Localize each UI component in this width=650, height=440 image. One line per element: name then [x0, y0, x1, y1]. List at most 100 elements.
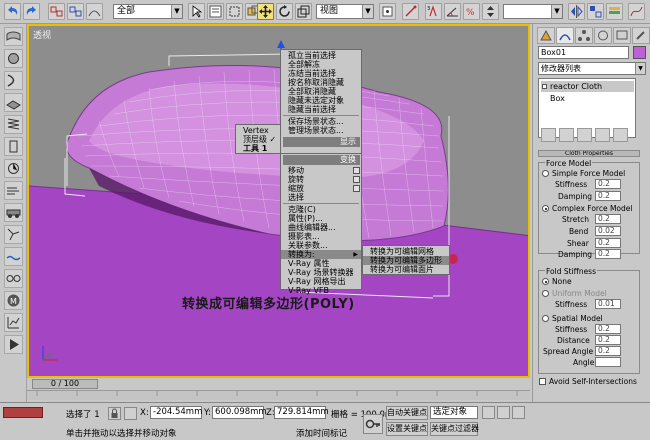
quad-item-wire-params[interactable]: 关联参数...	[281, 241, 361, 250]
set-key-button[interactable]: 设置关键点	[386, 422, 428, 436]
move-icon[interactable]	[257, 3, 274, 20]
angle-spinner[interactable]	[595, 357, 621, 367]
quad-item-vray-properties[interactable]: V-Ray 属性	[281, 259, 361, 268]
snap-toggle-icon[interactable]: 3	[425, 3, 442, 20]
stack-item-reactor-cloth[interactable]: reactor Cloth	[541, 81, 634, 92]
fold-none-radio[interactable]	[542, 278, 549, 285]
select-by-name-icon[interactable]	[207, 3, 224, 20]
quad-item-vertex[interactable]: Vertex	[236, 126, 280, 135]
lock-selection-icon[interactable]	[108, 407, 121, 420]
rotate-settings-icon[interactable]	[353, 176, 360, 183]
time-slider-thumb[interactable]: 0 / 100	[32, 379, 98, 389]
select-manipulate-icon[interactable]	[402, 3, 419, 20]
spatial-model-radio[interactable]	[542, 315, 549, 322]
quad-item-unhide-by-name[interactable]: 按名称取消隐藏	[281, 78, 361, 87]
named-selection-dropdown[interactable]: ▼	[503, 4, 563, 19]
auto-key-button[interactable]: 自动关键点	[386, 406, 428, 420]
reactor-softbody-icon[interactable]	[4, 49, 23, 68]
play-icon[interactable]	[512, 406, 525, 419]
link-icon[interactable]	[48, 3, 65, 20]
angle-snap-icon[interactable]	[444, 3, 461, 20]
spread-angle-spinner[interactable]: 0.2	[595, 346, 621, 356]
reactor-fracture-icon[interactable]	[4, 225, 23, 244]
reactor-rope-icon[interactable]	[4, 71, 23, 90]
quad-item-top-level[interactable]: 顶层级 ✓	[236, 135, 280, 144]
select-object-icon[interactable]	[188, 3, 205, 20]
scale-settings-icon[interactable]	[353, 185, 360, 192]
selection-filter-dropdown[interactable]: 全部 ▼	[113, 4, 183, 19]
distance-spinner[interactable]: 0.2	[595, 335, 621, 345]
modify-tab-icon[interactable]	[556, 27, 574, 44]
unlink-icon[interactable]	[67, 3, 84, 20]
rect-select-icon[interactable]	[226, 3, 243, 20]
prev-frame-icon[interactable]	[497, 406, 510, 419]
reactor-cloth-icon[interactable]	[4, 27, 23, 46]
maxscript-listener-icon[interactable]	[3, 407, 43, 418]
reactor-plane-icon[interactable]	[4, 93, 23, 112]
stack-item-box[interactable]: Box	[541, 93, 634, 104]
convert-to-editable-mesh[interactable]: 转换为可编辑网格	[363, 247, 449, 256]
quad-item-unfreeze-all[interactable]: 全部解冻	[281, 60, 361, 69]
quad-item-vray-scene-converter[interactable]: V-Ray 场景转换器	[281, 268, 361, 277]
stiffness-spinner[interactable]: 0.2	[595, 179, 621, 189]
damping-spinner[interactable]: 0.2	[595, 191, 621, 201]
move-settings-icon[interactable]	[353, 167, 360, 174]
reference-coord-dropdown[interactable]: 视图 ▼	[316, 4, 374, 19]
quad-item-dope-sheet[interactable]: 摄影表...	[281, 232, 361, 241]
quad-item-rotate[interactable]: 旋转	[281, 175, 361, 184]
reactor-analyze-icon[interactable]	[4, 313, 23, 332]
key-icon[interactable]	[363, 414, 383, 434]
track-bar[interactable]	[27, 390, 530, 400]
show-end-result-icon[interactable]	[559, 128, 574, 142]
object-color-swatch[interactable]	[633, 46, 646, 59]
motion-tab-icon[interactable]	[594, 27, 612, 44]
quad-item-convert-to[interactable]: 转换为: ▶	[281, 250, 361, 259]
quad-item-manage-scene-states[interactable]: 管理场景状态...	[281, 126, 361, 135]
convert-to-editable-patch[interactable]: 转换为可编辑面片	[363, 265, 449, 274]
selected-object-dropdown[interactable]: 选定对象	[430, 406, 478, 419]
reactor-toy-car-icon[interactable]	[4, 203, 23, 222]
remove-modifier-icon[interactable]	[595, 128, 610, 142]
reactor-create-animation-icon[interactable]	[4, 335, 23, 354]
rollout-cloth-properties[interactable]: Cloth Properties	[538, 150, 640, 157]
viewport-label[interactable]: 透视	[33, 28, 51, 41]
quad-item-save-scene-state[interactable]: 保存场景状态...	[281, 117, 361, 126]
hierarchy-tab-icon[interactable]	[575, 27, 593, 44]
curve-editor-icon[interactable]	[628, 3, 645, 20]
quad-item-properties[interactable]: 属性(P)...	[281, 214, 361, 223]
scale-icon[interactable]	[295, 3, 312, 20]
y-coordinate-field[interactable]: 600.098mm	[212, 406, 267, 419]
layer-manager-icon[interactable]	[606, 3, 623, 20]
damping2-spinner[interactable]: 0.2	[595, 249, 621, 259]
quad-item-move[interactable]: 移动	[281, 166, 361, 175]
reactor-wind-icon[interactable]	[4, 181, 23, 200]
stretch-spinner[interactable]: 0.2	[595, 214, 621, 224]
quad-item-clone[interactable]: 克隆(C)	[281, 205, 361, 214]
bulb-icon[interactable]	[542, 84, 547, 89]
x-coordinate-field[interactable]: -204.54mm	[150, 406, 202, 419]
display-tab-icon[interactable]	[613, 27, 631, 44]
simple-force-radio[interactable]	[542, 170, 549, 177]
quad-item-freeze-selection[interactable]: 冻结当前选择	[281, 69, 361, 78]
make-unique-icon[interactable]	[577, 128, 592, 142]
quad-item-isolate[interactable]: 孤立当前选择	[281, 51, 361, 60]
quad-item-vray-mesh-export[interactable]: V-Ray 网格导出	[281, 277, 361, 286]
bind-spacewarp-icon[interactable]	[86, 3, 103, 20]
percent-snap-icon[interactable]: %	[463, 3, 480, 20]
redo-icon[interactable]	[23, 3, 40, 20]
pin-stack-icon[interactable]	[541, 128, 556, 142]
reactor-water-icon[interactable]	[4, 247, 23, 266]
configure-sets-icon[interactable]	[613, 128, 628, 142]
complex-force-radio[interactable]	[542, 205, 549, 212]
mirror-icon[interactable]	[568, 3, 585, 20]
undo-icon[interactable]	[4, 3, 21, 20]
reactor-dashpot-icon[interactable]	[4, 137, 23, 156]
uniform-stiffness-spinner[interactable]: 0.01	[595, 299, 621, 309]
reactor-constraint-icon[interactable]	[4, 269, 23, 288]
rotate-icon[interactable]	[276, 3, 293, 20]
reactor-spring-icon[interactable]	[4, 115, 23, 134]
align-icon[interactable]	[587, 3, 604, 20]
quad-item-hide-unselected[interactable]: 隐藏未选定对象	[281, 96, 361, 105]
bend-spinner[interactable]: 0.02	[595, 226, 621, 236]
shear-spinner[interactable]: 0.2	[595, 238, 621, 248]
